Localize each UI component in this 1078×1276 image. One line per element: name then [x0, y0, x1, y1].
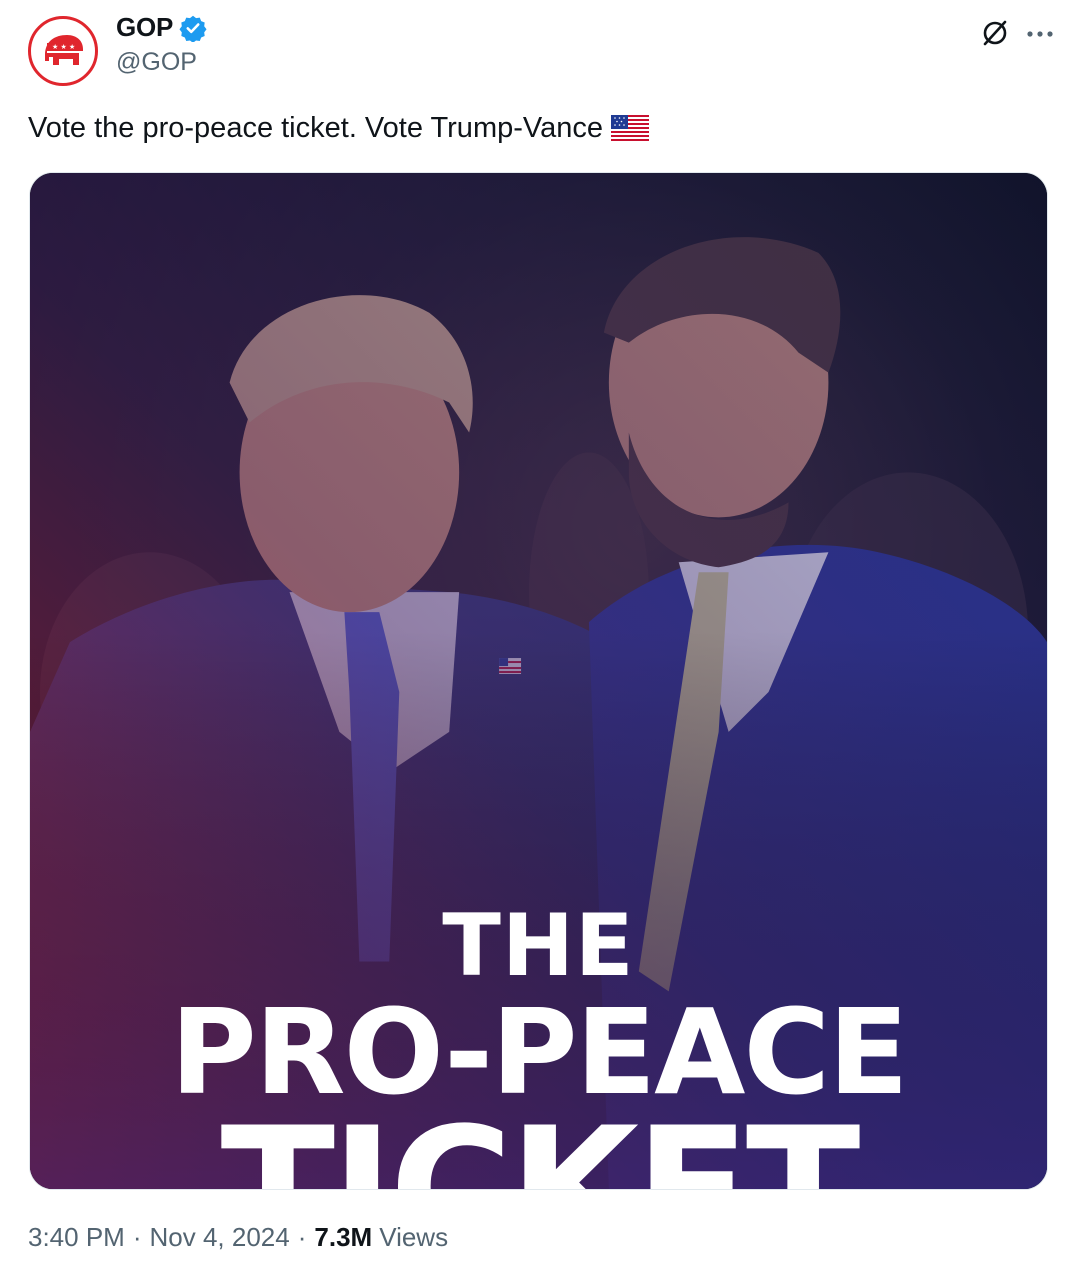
meta-separator: · [297, 1222, 307, 1252]
timestamp-date[interactable]: Nov 4, 2024 [150, 1222, 290, 1253]
avatar[interactable]: ★ ★ ★ [28, 16, 98, 86]
svg-text:★ ★ ★: ★ ★ ★ [52, 43, 75, 51]
views-count[interactable]: 7.3M [314, 1222, 372, 1253]
verified-badge-icon [179, 15, 207, 42]
timestamp-time[interactable]: 3:40 PM [28, 1222, 125, 1253]
display-name[interactable]: GOP [116, 12, 173, 43]
tweet-body: Vote the pro-peace ticket. Vote Trump-Va… [28, 112, 603, 144]
grok-icon[interactable] [980, 18, 1010, 48]
tweet-header: ★ ★ ★ GOP @GOP [28, 10, 1058, 90]
us-flag-emoji [610, 115, 649, 141]
meta-separator: · [132, 1222, 142, 1252]
views-label[interactable]: Views [379, 1222, 448, 1253]
name-row: GOP [116, 12, 207, 43]
more-options-icon[interactable] [1022, 18, 1058, 48]
overlay-line-the: THE [442, 896, 635, 996]
tweet-meta: 3:40 PM · Nov 4, 2024 · 7.3M Views [28, 1222, 448, 1253]
tweet-text: Vote the pro-peace ticket. Vote Trump-Va… [28, 108, 649, 148]
image-overlay-text: THE PRO-PEACE TICKET [30, 896, 1047, 1189]
handle[interactable]: @GOP [116, 48, 197, 77]
republican-elephant-logo: ★ ★ ★ [45, 35, 83, 65]
tweet-image[interactable]: THE PRO-PEACE TICKET [29, 172, 1048, 1190]
